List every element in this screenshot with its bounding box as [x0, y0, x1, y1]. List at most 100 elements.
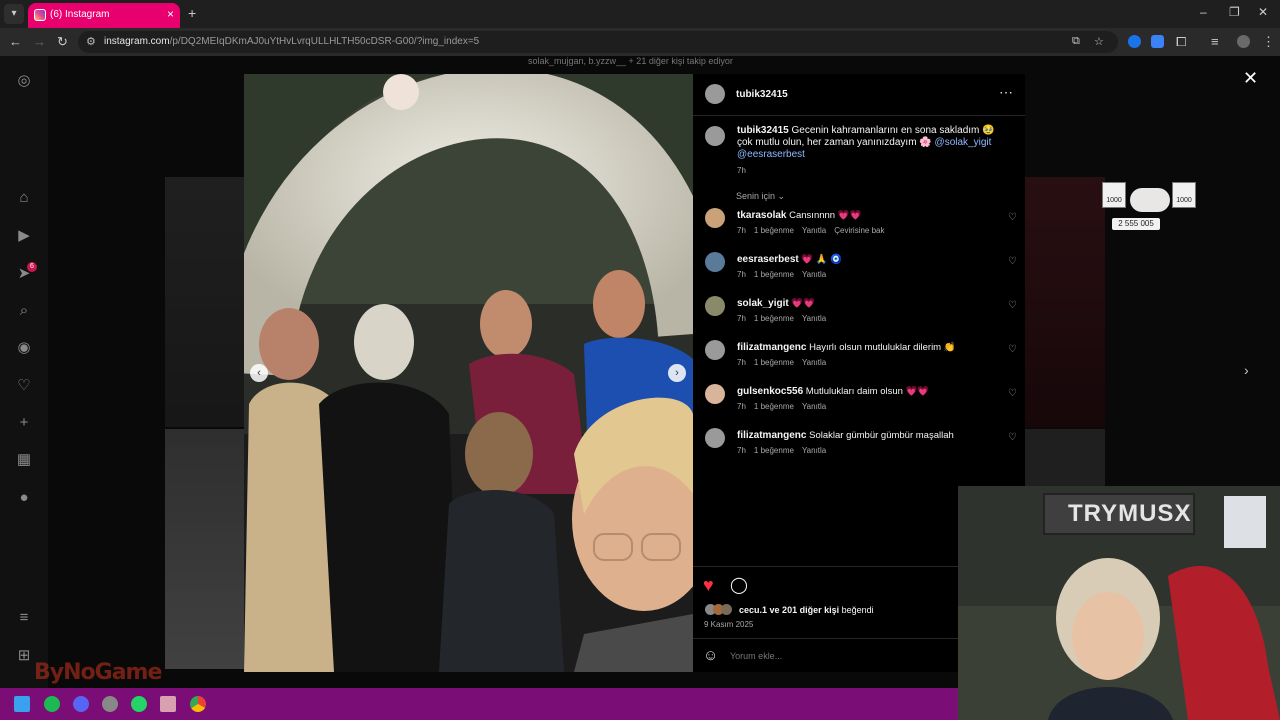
comment-like-count[interactable]: 1 beğenme	[754, 402, 794, 411]
minimize-icon[interactable]: –	[1200, 5, 1207, 19]
forward-icon[interactable]: →	[33, 34, 46, 49]
commenter-avatar[interactable]	[705, 340, 725, 360]
see-translation-button[interactable]: Çevirisine bak	[834, 226, 884, 235]
commenter-avatar[interactable]	[705, 252, 725, 272]
commenter-username[interactable]: filizatmangenc	[737, 430, 806, 441]
webcam-sign-text: TRYMUSX	[1068, 500, 1192, 527]
comment-like-icon[interactable]: ♡	[1008, 344, 1017, 355]
photos-icon[interactable]	[160, 696, 176, 712]
photo-next-arrow-icon[interactable]: ›	[668, 364, 686, 382]
notifications-heart-icon[interactable]: ♡	[15, 377, 33, 395]
comment-like-icon[interactable]: ♡	[1008, 256, 1017, 267]
likers-avatars[interactable]	[705, 604, 733, 616]
reply-button[interactable]: Yanıtla	[802, 402, 826, 411]
author-username[interactable]: tubik32415	[736, 89, 788, 100]
commenter-username[interactable]: filizatmangenc	[737, 342, 806, 353]
explore-icon[interactable]: ◉	[15, 339, 33, 357]
comment-body: 💗 🙏 🧿	[801, 254, 843, 265]
url-bar[interactable]: ⚙ instagram.com/p/DQ2MEIqDKmAJ0uYtHvLvrq…	[78, 31, 1118, 53]
comment-like-icon[interactable]: ♡	[1008, 212, 1017, 223]
comment-like-count[interactable]: 1 beğenme	[754, 314, 794, 323]
maximize-icon[interactable]: ❐	[1229, 5, 1240, 19]
comment-like-icon[interactable]: ♡	[1008, 388, 1017, 399]
caption-avatar[interactable]	[705, 126, 725, 146]
dashboard-icon[interactable]: ▦	[15, 451, 33, 469]
commenter-username[interactable]: tkarasolak	[737, 210, 786, 221]
browser-menu-icon[interactable]: ⋮	[1262, 34, 1275, 50]
commenter-username[interactable]: gulsenkoc556	[737, 386, 803, 397]
post-header: tubik32415 ⋯	[693, 74, 1025, 116]
window-close-icon[interactable]: ✕	[1258, 5, 1268, 19]
windows-start-icon[interactable]	[14, 696, 30, 712]
comment-meta: 7h 1 beğenme Yanıtla	[737, 446, 834, 455]
extension-icon[interactable]	[1128, 35, 1141, 48]
comment-input[interactable]: Yorum ekle...	[730, 651, 782, 661]
reply-button[interactable]: Yanıtla	[802, 358, 826, 367]
whatsapp-icon[interactable]	[131, 696, 147, 712]
caption-mention[interactable]: @eesraserbest	[737, 149, 805, 160]
instagram-favicon-icon	[34, 9, 46, 21]
commenter-avatar[interactable]	[705, 296, 725, 316]
comment-row: gulsenkoc556 Mutlulukları daim olsun 💗💗 7…	[693, 384, 1025, 428]
back-icon[interactable]: ←	[9, 34, 22, 49]
emoji-icon[interactable]: ☺	[703, 647, 718, 664]
notification-badge: 6	[27, 262, 37, 272]
reply-button[interactable]: Yanıtla	[802, 226, 826, 235]
create-icon[interactable]: +	[15, 414, 33, 432]
comment-body: Cansınnnn 💗💗	[789, 210, 862, 221]
caption-mention[interactable]: @solak_yigit	[935, 137, 992, 148]
commenter-username[interactable]: eesraserbest	[737, 254, 799, 265]
reply-button[interactable]: Yanıtla	[802, 314, 826, 323]
new-tab-button[interactable]: +	[188, 5, 196, 21]
home-icon[interactable]: ⌂	[15, 189, 33, 207]
extensions-puzzle-icon[interactable]: ⧠	[1176, 34, 1186, 50]
search-icon[interactable]: ⌕	[15, 302, 33, 320]
also-from-meta-icon[interactable]: ⊞	[15, 647, 33, 665]
commenter-avatar[interactable]	[705, 428, 725, 448]
spotify-icon[interactable]	[44, 696, 60, 712]
comment-like-count[interactable]: 1 beğenme	[754, 446, 794, 455]
photo-prev-arrow-icon[interactable]: ‹	[250, 364, 268, 382]
comment-like-count[interactable]: 1 beğenme	[754, 270, 794, 279]
address-toolbar: ← → ↻ ⚙ instagram.com/p/DQ2MEIqDKmAJ0uYt…	[0, 28, 1280, 56]
more-menu-icon[interactable]: ≡	[15, 609, 33, 627]
post-photo[interactable]: ‹ ›	[244, 74, 693, 672]
post-options-icon[interactable]: ⋯	[999, 84, 1013, 101]
instagram-logo-icon[interactable]: ◎	[15, 72, 33, 90]
liked-heart-icon[interactable]: ♥	[703, 575, 714, 596]
profile-avatar[interactable]	[1237, 35, 1250, 48]
post-caption: tubik32415 Gecenin kahramanlarını en son…	[737, 125, 997, 177]
site-info-icon[interactable]: ⚙	[86, 35, 96, 48]
media-control-icon[interactable]: ≡	[1211, 34, 1219, 49]
extension-shield-icon[interactable]	[1151, 35, 1164, 48]
likes-summary[interactable]: cecu.1 ve 201 diğer kişi beğendi	[739, 605, 874, 615]
author-avatar[interactable]	[705, 84, 725, 104]
wedding-group-photo	[244, 74, 693, 672]
commenter-avatar[interactable]	[705, 384, 725, 404]
comment-like-icon[interactable]: ♡	[1008, 300, 1017, 311]
close-modal-icon[interactable]: ✕	[1243, 68, 1258, 89]
commenter-avatar[interactable]	[705, 208, 725, 228]
tab-close-icon[interactable]: ×	[167, 7, 174, 21]
stream-counter: 2 555 005	[1112, 218, 1160, 230]
tab-search-button[interactable]: ▾	[4, 4, 24, 24]
threads-icon[interactable]: ●	[15, 489, 33, 507]
comment-like-icon[interactable]: ♡	[1008, 432, 1017, 443]
chrome-icon[interactable]	[190, 696, 206, 712]
tab-instagram[interactable]: (6) Instagram ×	[28, 3, 180, 28]
comment-sort-dropdown[interactable]: Senin için ⌄	[736, 191, 785, 202]
reels-icon[interactable]: ▶	[15, 227, 33, 245]
comment-like-count[interactable]: 1 beğenme	[754, 358, 794, 367]
commenter-username[interactable]: solak_yigit	[737, 298, 789, 309]
reload-icon[interactable]: ↻	[57, 34, 68, 50]
comment-icon[interactable]: ◯	[730, 575, 748, 595]
reply-button[interactable]: Yanıtla	[802, 270, 826, 279]
discord-icon[interactable]	[73, 696, 89, 712]
caption-username[interactable]: tubik32415	[737, 125, 789, 136]
next-post-icon[interactable]: ›	[1244, 362, 1249, 378]
bookmark-star-icon[interactable]: ☆	[1094, 35, 1104, 48]
install-app-icon[interactable]: ⧉	[1072, 35, 1080, 48]
reply-button[interactable]: Yanıtla	[802, 446, 826, 455]
obs-icon[interactable]	[102, 696, 118, 712]
comment-like-count[interactable]: 1 beğenme	[754, 226, 794, 235]
